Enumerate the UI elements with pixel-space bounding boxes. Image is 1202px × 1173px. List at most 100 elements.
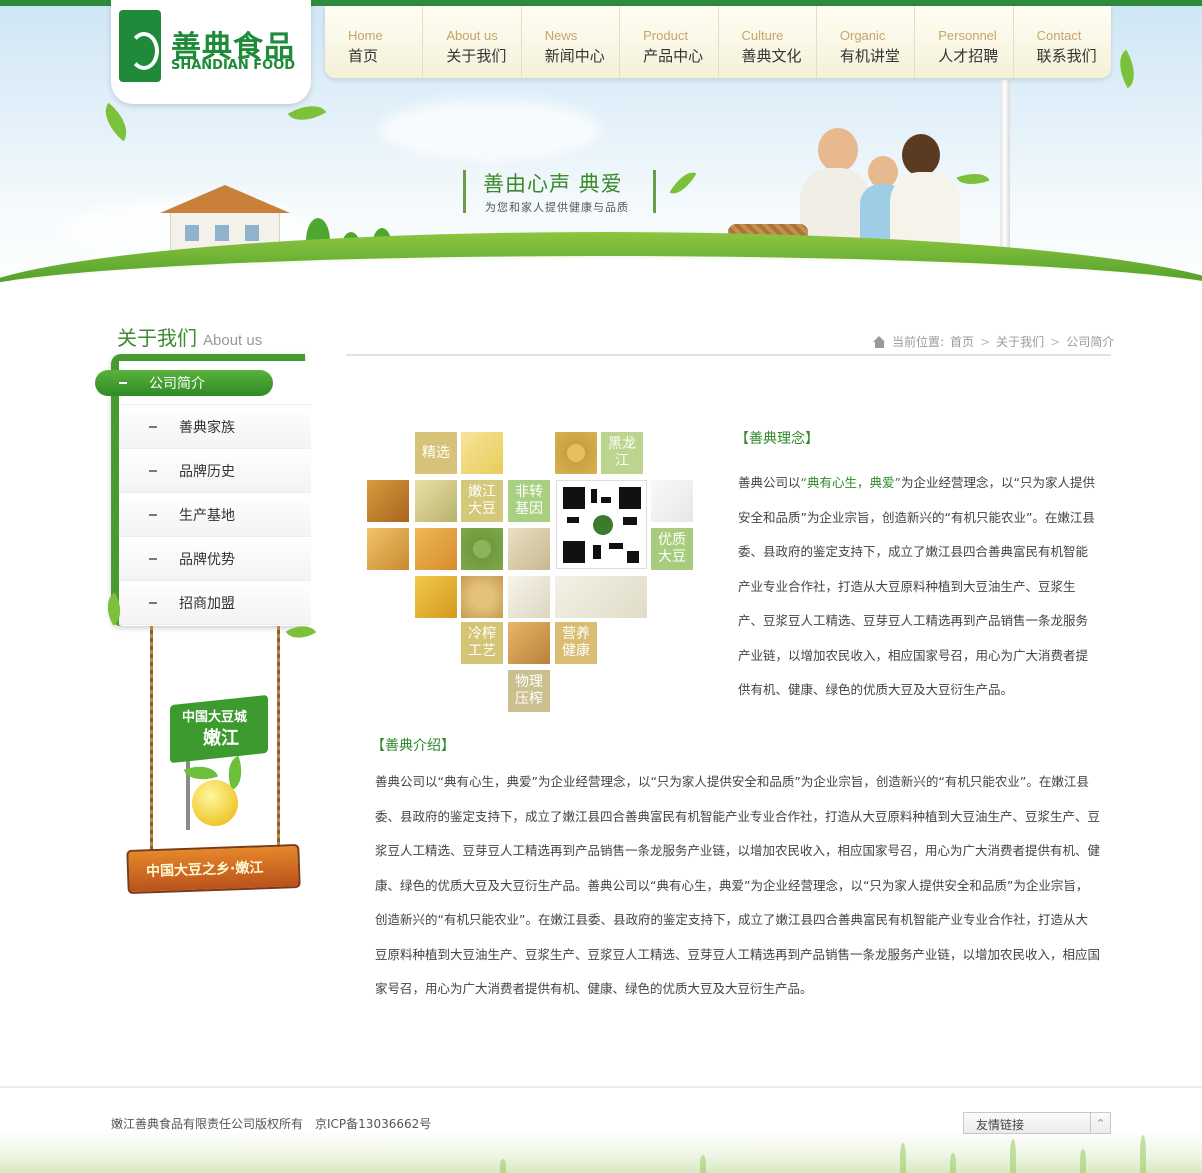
sidebar-item-advantage[interactable]: 品牌优势 xyxy=(119,537,311,581)
nav-label-en: Organic xyxy=(839,28,886,43)
dash-icon xyxy=(119,381,127,384)
friend-links-select[interactable]: 友情链接 ⌃ xyxy=(963,1112,1111,1134)
logo[interactable]: 善典食品 SHANDIAN FOOD xyxy=(111,0,311,104)
intro-paragraph: 善典公司以“典有心生，典爱”为企业经营理念，以“只为家人提供安全和品质”为企业宗… xyxy=(375,774,1101,996)
nav-item-contact[interactable]: Contact 联系我们 xyxy=(1014,6,1111,78)
nav-label-en: Culture xyxy=(741,28,784,43)
nav-item-product[interactable]: Product 产品中心 xyxy=(620,6,719,78)
grid-tile-image xyxy=(415,480,457,522)
flag-text-line1: 中国大豆城 xyxy=(182,710,248,725)
nav-label-cn: 关于我们 xyxy=(446,47,507,65)
paragraph-text: 为企业经营理念，以“只为家人提供安全和品质”为企业宗旨，创造新兴的“有机只能农业… xyxy=(738,475,1095,697)
promo-sign-text: 中国大豆之乡·嫩江 xyxy=(145,859,264,881)
leaf-decoration xyxy=(1110,49,1144,89)
breadcrumb-link[interactable]: 关于我们 xyxy=(996,333,1044,350)
nav-label-en: Contact xyxy=(1036,28,1082,43)
grid-tile-label: 嫩江大豆 xyxy=(461,480,503,522)
sidebar-item-label: 生产基地 xyxy=(179,507,235,524)
nav-label-en: About us xyxy=(446,28,498,43)
nav-label-en: Home xyxy=(348,28,383,43)
sidebar-item-label: 品牌历史 xyxy=(179,463,235,480)
soybean-mascot xyxy=(192,780,238,826)
nav-label-en: Personnel xyxy=(938,28,997,43)
grid-tile-image xyxy=(555,432,597,474)
section-title-philosophy: 【善典理念】 xyxy=(735,431,819,447)
grid-tile-label: 优质大豆 xyxy=(651,528,693,570)
logo-mark-icon xyxy=(119,10,161,82)
qr-code-icon xyxy=(556,480,647,569)
wind-turbine xyxy=(1000,80,1010,255)
logo-name-en: SHANDIAN FOOD xyxy=(171,58,296,73)
chevron-up-icon[interactable]: ⌃ xyxy=(1090,1113,1110,1133)
sidebar-title-cn: 关于我们 xyxy=(117,326,197,350)
nav-item-home[interactable]: Home 首页 xyxy=(325,6,424,78)
breadcrumb-divider xyxy=(346,354,1111,356)
grid-tile-label: 精选 xyxy=(415,432,457,474)
highlight-text: “典有心生，典爱” xyxy=(800,475,901,490)
sidebar-item-base[interactable]: 生产基地 xyxy=(119,493,311,537)
slogan-subtitle: 为您和家人提供健康与品质 xyxy=(485,201,629,214)
dash-icon xyxy=(149,557,157,560)
rope xyxy=(150,626,153,851)
grid-tile-image xyxy=(508,622,550,664)
nav-item-about[interactable]: About us 关于我们 xyxy=(423,6,522,78)
nav-label-cn: 联系我们 xyxy=(1036,47,1097,65)
grid-tile-image xyxy=(367,528,409,570)
grid-tile-image xyxy=(651,480,693,522)
dash-icon xyxy=(149,513,157,516)
sidebar-item-label: 招商加盟 xyxy=(179,595,235,612)
sidebar-item-label: 品牌优势 xyxy=(179,551,235,568)
nav-label-cn: 新闻中心 xyxy=(544,47,605,65)
nav-item-personnel[interactable]: Personnel 人才招聘 xyxy=(915,6,1014,78)
copyright-text: 嫩江善典食品有限责任公司版权所有 xyxy=(111,1117,304,1131)
grid-tile-label: 营养健康 xyxy=(555,622,597,664)
tile-text: 营养健康 xyxy=(562,626,590,659)
slogan: 善由心声 典爱 xyxy=(483,172,623,196)
sidebar-menu: 公司简介 善典家族 品牌历史 生产基地 品牌优势 招商加盟 xyxy=(95,361,311,626)
nav-item-news[interactable]: News 新闻中心 xyxy=(522,6,621,78)
sidebar-item-label: 善典家族 xyxy=(179,419,235,436)
tile-text: 物理压榨 xyxy=(515,674,543,707)
grid-tile-image xyxy=(555,576,647,618)
nav-item-culture[interactable]: Culture 善典文化 xyxy=(719,6,817,78)
grid-tile-label: 非转基因 xyxy=(508,480,550,522)
friend-links-label: 友情链接 xyxy=(976,1118,1025,1132)
sidebar-item-family[interactable]: 善典家族 xyxy=(119,405,311,449)
sidebar-item-history[interactable]: 品牌历史 xyxy=(119,449,311,493)
grid-tile-image xyxy=(415,528,457,570)
leaf-decoration xyxy=(669,166,697,200)
product-image-grid: 精选 黑龙江 嫩江大豆 非转基因 优质大豆 冷榨工艺 营养健康 物理压榨 xyxy=(367,432,697,717)
icp-number[interactable]: 京ICP备13036662号 xyxy=(315,1117,431,1131)
main-nav: Home 首页 About us 关于我们 News 新闻中心 Product 产品中心… xyxy=(325,6,1111,78)
leaf-decoration xyxy=(95,102,137,142)
grid-tile-image xyxy=(461,528,503,570)
nav-item-organic[interactable]: Organic 有机讲堂 xyxy=(817,6,916,78)
grid-tile-label: 黑龙江 xyxy=(601,432,643,474)
sidebar-item-company-profile[interactable]: 公司简介 xyxy=(95,361,311,405)
cloud xyxy=(380,100,600,160)
rope xyxy=(277,626,280,851)
flag-text-line2: 嫩江 xyxy=(203,728,239,749)
page: 善由心声 典爱 为您和家人提供健康与品质 善典食品 SHANDIAN FOOD xyxy=(0,0,1202,1173)
grid-tile-image xyxy=(367,480,409,522)
philosophy-paragraph: 善典公司以“典有心生，典爱”为企业经营理念，以“只为家人提供安全和品质”为企业宗… xyxy=(738,466,1100,708)
section-title-intro: 【善典介绍】 xyxy=(371,738,455,754)
tile-text: 黑龙江 xyxy=(608,436,636,469)
dash-icon xyxy=(149,601,157,604)
breadcrumb: 当前位置: 首页 > 关于我们 > 公司简介 xyxy=(873,333,1114,350)
sidebar-title: 关于我们 About us xyxy=(117,322,262,351)
breadcrumb-separator-icon: > xyxy=(980,334,991,349)
breadcrumb-link[interactable]: 首页 xyxy=(950,333,974,350)
nav-label-cn: 人才招聘 xyxy=(938,47,999,65)
grid-tile-label: 冷榨工艺 xyxy=(461,622,503,664)
nav-label-cn: 产品中心 xyxy=(643,47,704,65)
nav-label-cn: 首页 xyxy=(348,47,379,65)
grid-tile-label: 物理压榨 xyxy=(508,670,550,712)
nav-label-cn: 有机讲堂 xyxy=(839,47,900,65)
sidebar-item-franchise[interactable]: 招商加盟 xyxy=(119,581,311,625)
header-banner: 善由心声 典爱 为您和家人提供健康与品质 善典食品 SHANDIAN FOOD xyxy=(0,0,1202,300)
tile-text: 冷榨工艺 xyxy=(468,626,496,659)
sidebar-item-label: 公司简介 xyxy=(149,375,205,392)
sidebar-title-en: About us xyxy=(203,332,263,349)
breadcrumb-prefix: 当前位置: xyxy=(892,335,945,349)
